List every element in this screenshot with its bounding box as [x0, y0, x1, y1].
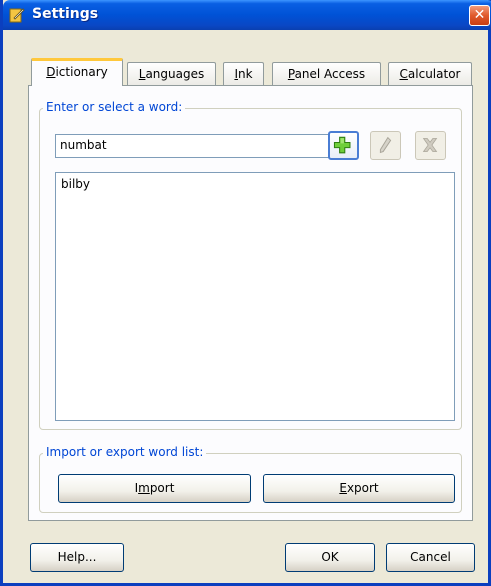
tab-languages-label: anguages [145, 67, 205, 81]
x-icon [422, 138, 438, 152]
tab-ink-label: nk [237, 67, 253, 81]
tab-calculator-label: alculator [407, 67, 461, 81]
tab-calculator[interactable]: Calculator [388, 62, 472, 85]
word-list-item[interactable]: bilby [56, 173, 454, 195]
word-input[interactable]: numbat [55, 134, 337, 158]
tab-calculator-accel: C [399, 67, 408, 81]
tab-languages[interactable]: Languages [127, 62, 216, 85]
settings-window: Settings ✕ Dictionary Languages Ink Pane… [0, 0, 491, 586]
tab-ink[interactable]: Ink [223, 62, 264, 85]
close-button[interactable]: ✕ [469, 5, 490, 26]
tab-panel-access[interactable]: Panel Access [272, 62, 381, 85]
tab-dictionary[interactable]: Dictionary [31, 58, 123, 86]
import-button[interactable]: Import [58, 474, 251, 503]
dictionary-tab-panel: Enter or select a word: numbat bilby Imp… [28, 85, 473, 521]
tab-panel-access-accel: P [287, 67, 295, 81]
export-label-accel: E [339, 481, 347, 495]
close-icon: ✕ [473, 7, 486, 23]
word-group-label: Enter or select a word: [43, 100, 186, 114]
add-word-button[interactable] [328, 131, 359, 160]
settings-app-icon [9, 8, 25, 23]
export-label-post: xport [346, 481, 379, 495]
tab-dictionary-label: ictionary [55, 65, 108, 79]
export-button[interactable]: Export [263, 474, 455, 503]
ok-button[interactable]: OK [285, 543, 375, 572]
title-bar[interactable]: Settings ✕ [3, 0, 491, 30]
tab-panel-access-label: anel Access [294, 67, 366, 81]
delete-word-button[interactable] [415, 131, 446, 160]
edit-word-button[interactable] [370, 131, 401, 160]
pencil-icon [379, 136, 392, 154]
window-title: Settings [32, 6, 99, 22]
help-button[interactable]: Help... [30, 543, 124, 572]
plus-icon [333, 136, 351, 154]
cancel-button[interactable]: Cancel [386, 543, 475, 572]
word-list[interactable]: bilby [55, 172, 455, 421]
import-export-label: Import or export word list: [43, 445, 207, 459]
import-label-post: port [149, 481, 175, 495]
import-label-accel: m [138, 481, 150, 495]
